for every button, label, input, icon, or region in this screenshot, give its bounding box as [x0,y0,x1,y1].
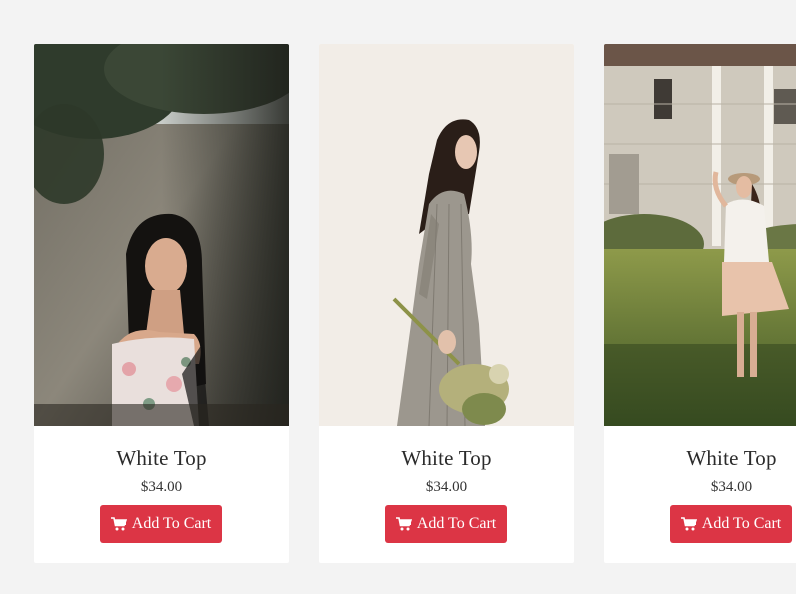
add-to-cart-button[interactable]: Add To Cart [100,505,222,543]
cart-icon [110,517,127,531]
cart-icon [395,517,412,531]
product-image[interactable] [34,44,289,426]
product-card: White Top $34.00 Add To Cart [319,44,574,563]
product-title[interactable]: White Top [604,446,796,471]
cart-icon [680,517,697,531]
product-image[interactable] [319,44,574,426]
product-price: $34.00 [425,479,468,495]
add-to-cart-label: Add To Cart [701,515,782,532]
add-to-cart-button[interactable]: Add To Cart [670,505,792,543]
add-to-cart-label: Add To Cart [131,515,212,532]
product-image[interactable] [604,44,796,426]
product-title[interactable]: White Top [319,446,574,471]
add-to-cart-label: Add To Cart [416,515,497,532]
product-card: White Top $34.00 Add To Cart [604,44,796,563]
product-price: $34.00 [140,479,183,495]
product-price: $34.00 [710,479,753,495]
add-to-cart-button[interactable]: Add To Cart [385,505,507,543]
product-card: White Top $34.00 Add To Cart [34,44,289,563]
product-title[interactable]: White Top [34,446,289,471]
product-carousel: White Top $34.00 Add To Cart White Top $… [0,0,796,594]
